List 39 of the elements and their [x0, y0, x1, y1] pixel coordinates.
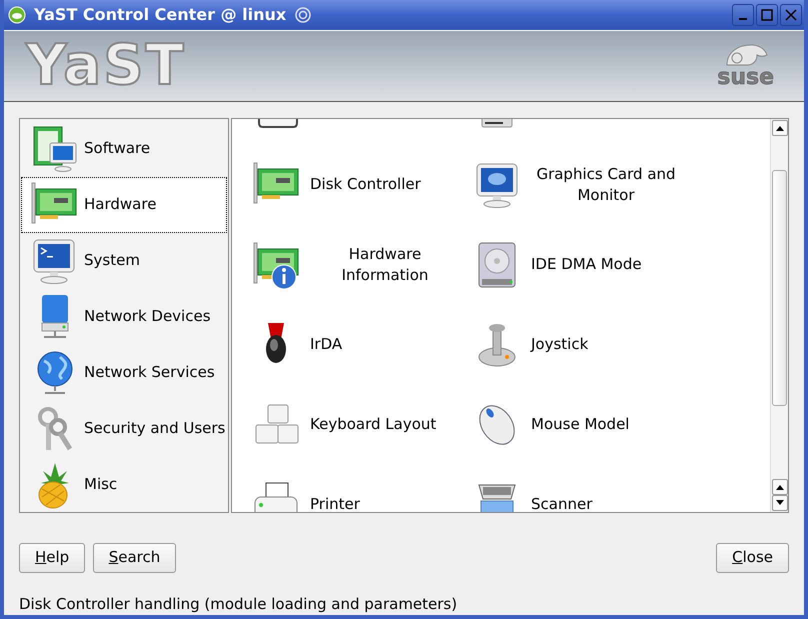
module-item[interactable]: IDE DMA Mode [473, 224, 694, 304]
category-item[interactable]: Misc [21, 456, 227, 512]
search-button[interactable]: Search [92, 542, 176, 572]
module-item[interactable]: Graphics Card and Monitor [473, 144, 694, 224]
window-title: YaST Control Center @ linux [34, 4, 286, 26]
swirl-icon [294, 6, 312, 24]
category-item[interactable]: Network Services [21, 344, 227, 400]
yast-logo: YaST [26, 38, 186, 94]
category-item[interactable]: Network Devices [21, 288, 227, 344]
module-item[interactable]: Scanner [473, 464, 694, 512]
arrow-up-icon [775, 124, 785, 132]
module-item[interactable]: Keyboard Layout [252, 384, 473, 464]
category-item[interactable]: System [21, 232, 227, 288]
close-button[interactable]: Close [716, 542, 789, 572]
module-item[interactable]: Disk Controller [252, 144, 473, 224]
minimize-button[interactable] [732, 4, 754, 26]
module-item[interactable]: IrDA [252, 304, 473, 384]
scroll-down-button[interactable] [772, 494, 788, 510]
module-item[interactable]: Mouse Model [473, 384, 694, 464]
maximize-icon [761, 8, 773, 21]
scroll-up-button[interactable] [772, 478, 788, 494]
status-text: Disk Controller handling (module loading and parameters) [19, 594, 458, 614]
category-item[interactable]: Hardware [21, 176, 227, 232]
suse-logo: suse [717, 66, 774, 89]
module-item[interactable]: Printer [252, 464, 473, 512]
minimize-icon [739, 18, 747, 20]
module-item[interactable]: Hardware Information [252, 224, 473, 304]
module-item[interactable]: Joystick [473, 304, 694, 384]
arrow-down-icon [775, 498, 785, 506]
scrollbar-thumb[interactable] [772, 170, 787, 406]
arrow-up-icon [775, 482, 785, 490]
scroll-up-button[interactable] [772, 120, 788, 136]
close-button[interactable] [780, 4, 802, 26]
category-item[interactable]: Software [21, 120, 227, 176]
close-icon [785, 8, 797, 21]
app-icon [8, 6, 26, 24]
category-item[interactable]: Security and Users [21, 400, 227, 456]
maximize-button[interactable] [756, 4, 778, 26]
help-button[interactable]: Help [19, 542, 86, 572]
